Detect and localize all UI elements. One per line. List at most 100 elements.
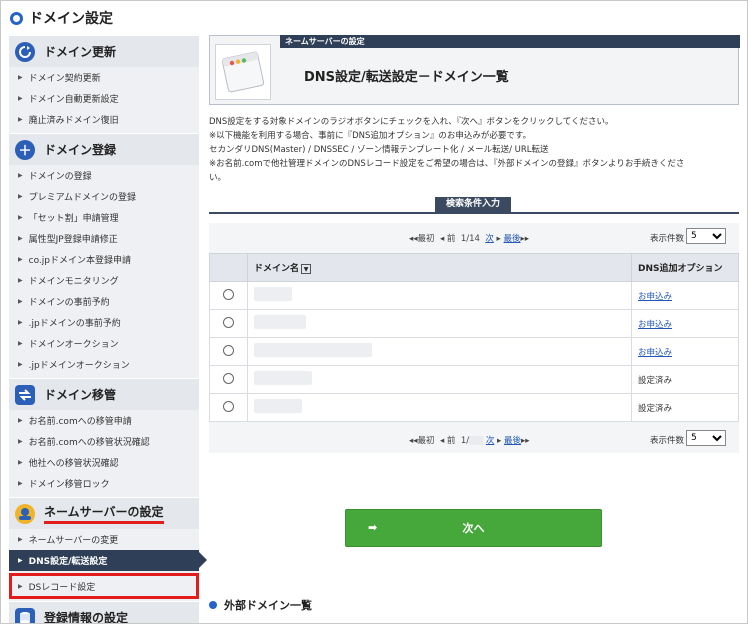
sidebar-section-transfer[interactable]: ドメイン移管 <box>9 378 199 410</box>
pager-first: ◂◂最初 <box>409 436 435 446</box>
panel-tab-label: ネームサーバーの設定 <box>280 35 740 48</box>
sort-down-icon[interactable]: ▼ <box>301 263 312 274</box>
plus-icon: ＋ <box>15 139 35 160</box>
table-header-row: ドメイン名 ▼ DNS追加オプション <box>209 253 739 282</box>
next-button[interactable]: ➡ 次へ <box>345 509 602 547</box>
instructions-text: DNS設定をする対象ドメインのラジオボタンにチェックを入れ、『次へ』ボタンをクリ… <box>209 115 739 185</box>
sidebar-item-ds-record[interactable]: ▶ DSレコード設定 <box>9 573 199 599</box>
pager-top: ◂◂最初 ◂ 前 1/14 次 ▸ 最後▸▸ 表示件数 5 <box>209 223 739 251</box>
sidebar-item-monitoring[interactable]: ▶ ドメインモニタリング <box>9 270 199 291</box>
next-button-label: 次へ <box>462 522 485 535</box>
pager-next-link[interactable]: 次 <box>486 436 495 446</box>
table-row: 設定済み <box>209 365 739 394</box>
transfer-icon <box>15 384 35 405</box>
sidebar-item-transfer-status[interactable]: ▶ お名前.comへの移管状況確認 <box>9 431 199 452</box>
table-row: お申込み <box>209 309 739 338</box>
browser-illustration-icon <box>215 44 271 100</box>
sidebar-item-jp-auction[interactable]: ▶ .jpドメインオークション <box>9 354 199 375</box>
domain-name-redacted <box>254 399 302 413</box>
domain-radio[interactable] <box>223 344 234 356</box>
select-column-header <box>209 253 248 282</box>
pager-bottom: ◂◂最初 ◂ 前 1/ 次 ▸ 最後▸▸ 表示件数 5 <box>209 425 739 453</box>
pager-page: 1/14 <box>460 234 480 244</box>
sidebar-item-auto-renewal[interactable]: ▶ ドメイン自動更新設定 <box>9 88 199 109</box>
table-row: お申込み <box>209 337 739 366</box>
domain-name-redacted <box>254 287 292 301</box>
nameserver-icon <box>15 503 35 524</box>
refresh-icon <box>15 41 35 62</box>
domain-column-header[interactable]: ドメイン名 ▼ <box>247 253 632 282</box>
domain-name-redacted <box>254 371 312 385</box>
page-size-label: 表示件数 <box>650 234 685 244</box>
option-apply-link[interactable]: お申込み <box>638 320 672 330</box>
option-apply-link[interactable]: お申込み <box>638 292 672 302</box>
sidebar-item-transfer-lock[interactable]: ▶ ドメイン移管ロック <box>9 473 199 494</box>
database-icon <box>15 607 35 623</box>
pager-page: 1/ <box>460 436 470 446</box>
table-row: 設定済み <box>209 393 739 422</box>
results-area: ◂◂最初 ◂ 前 1/14 次 ▸ 最後▸▸ 表示件数 5 ドメイン名 ▼ DNS… <box>209 223 739 453</box>
sidebar-item-cojp[interactable]: ▶ co.jpドメイン本登録申請 <box>9 249 199 270</box>
instruction-line: い。 <box>209 173 227 183</box>
domain-table: ドメイン名 ▼ DNS追加オプション お申込み お申込み お申込み 設定済み 設… <box>209 253 739 422</box>
pager-next-link[interactable]: 次 <box>485 234 494 244</box>
domain-radio[interactable] <box>223 400 234 412</box>
sidebar-section-renewal[interactable]: ドメイン更新 <box>9 35 199 67</box>
page-title: ドメイン設定 <box>29 11 113 27</box>
sidebar-item-nameserver-change[interactable]: ▶ ネームサーバーの変更 <box>9 529 199 550</box>
section-title: ドメイン登録 <box>44 143 117 157</box>
instruction-line: DNS設定をする対象ドメインのラジオボタンにチェックを入れ、『次へ』ボタンをクリ… <box>209 117 614 127</box>
section-title: ドメイン移管 <box>44 388 117 402</box>
sidebar-item-contract-renewal[interactable]: ▶ ドメイン契約更新 <box>9 67 199 88</box>
domain-radio[interactable] <box>223 316 234 328</box>
page-size-label: 表示件数 <box>650 436 685 446</box>
sidebar-section-registration-info[interactable]: 登録情報の設定 <box>9 601 199 624</box>
redacted-total <box>469 436 484 445</box>
sidebar-item-outbound-status[interactable]: ▶ 他社への移管状況確認 <box>9 452 199 473</box>
top-header: ドメイン設定 <box>1 1 747 35</box>
sidebar-item-restore[interactable]: ▶ 廃止済みドメイン復旧 <box>9 109 199 130</box>
table-row: お申込み <box>209 281 739 310</box>
sidebar-item-domain-register[interactable]: ▶ ドメインの登録 <box>9 165 199 186</box>
pager-prev: ◂ 前 <box>439 436 456 446</box>
divider <box>209 212 739 214</box>
sidebar-item-auction[interactable]: ▶ ドメインオークション <box>9 333 199 354</box>
sidebar-item-jp-attribute[interactable]: ▶ 属性型JP登録申請修正 <box>9 228 199 249</box>
sidebar-item-jp-preorder[interactable]: ▶ .jpドメインの事前予約 <box>9 312 199 333</box>
arrow-right-icon: ➡ <box>368 521 378 534</box>
page-size-select[interactable]: 5 <box>686 430 726 446</box>
pager-last-link[interactable]: 最後 <box>504 234 521 244</box>
section-title: ドメイン更新 <box>44 45 117 59</box>
page-size-select[interactable]: 5 <box>686 228 726 244</box>
pager-last-link[interactable]: 最後 <box>504 436 521 446</box>
sidebar-item-transfer-apply[interactable]: ▶ お名前.comへの移管申請 <box>9 410 199 431</box>
bullet-dot-icon <box>209 601 217 609</box>
page-header-panel: ネームサーバーの設定 DNS設定/転送設定－ドメイン一覧 <box>209 35 740 105</box>
ring-icon <box>10 11 23 25</box>
sidebar-section-nameserver[interactable]: ネームサーバーの設定 <box>9 497 199 529</box>
instruction-line: セカンダリDNS(Master) / DNSSEC / ゾーン情報テンプレート化… <box>209 145 549 155</box>
option-status: 設定済み <box>638 375 673 386</box>
domain-name-redacted <box>254 315 306 329</box>
domain-name-redacted <box>254 343 372 357</box>
sidebar-item-premium[interactable]: ▶ プレミアムドメインの登録 <box>9 186 199 207</box>
section-title: 登録情報の設定 <box>44 611 129 624</box>
pager-first: ◂◂最初 <box>409 234 435 244</box>
sidebar-item-preorder[interactable]: ▶ ドメインの事前予約 <box>9 291 199 312</box>
search-criteria-tab[interactable]: 検索条件入力 <box>435 197 511 212</box>
page-heading: DNS設定/転送設定－ドメイン一覧 <box>304 70 509 85</box>
sidebar-item-set-discount[interactable]: ▶ 「セット割」申請管理 <box>9 207 199 228</box>
instruction-line: ※以下機能を利用する場合、事前に『DNS追加オプション』のお申込みが必要です。 <box>209 131 532 141</box>
sidebar-section-registration[interactable]: ＋ ドメイン登録 <box>9 133 199 165</box>
external-domain-heading: 外部ドメイン一覧 <box>209 597 312 613</box>
pager-prev: ◂ 前 <box>439 234 456 244</box>
section-title: ネームサーバーの設定 <box>44 503 164 524</box>
instruction-line: ※お名前.comで他社管理ドメインのDNSレコード設定をご希望の場合は、『外部ド… <box>209 159 685 169</box>
option-status: 設定済み <box>638 403 673 414</box>
page-frame: ドメイン設定 ドメイン更新 ▶ ドメイン契約更新 ▶ ドメイン自動更新設定 ▶ 廃止済… <box>0 0 748 624</box>
domain-radio[interactable] <box>223 288 234 300</box>
sidebar: ドメイン更新 ▶ ドメイン契約更新 ▶ ドメイン自動更新設定 ▶ 廃止済みドメイン復旧… <box>9 35 207 624</box>
domain-radio[interactable] <box>223 372 234 384</box>
sidebar-item-dns-settings[interactable]: ▶ DNS設定/転送設定 <box>9 550 207 571</box>
option-apply-link[interactable]: お申込み <box>638 348 672 358</box>
